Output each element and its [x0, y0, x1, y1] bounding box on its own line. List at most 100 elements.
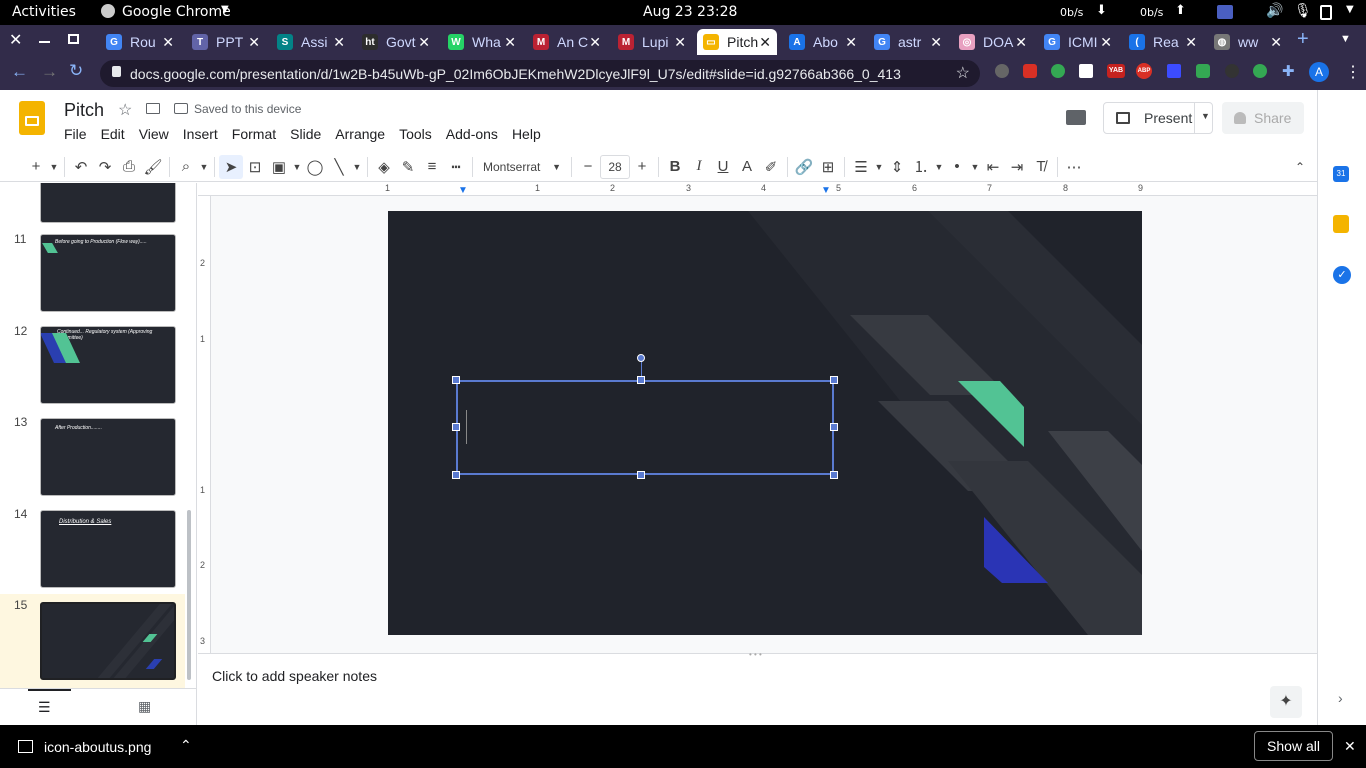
menu-help[interactable]: Help	[512, 126, 541, 142]
resize-handle[interactable]	[637, 471, 645, 479]
chrome-menu-icon[interactable]: ⋮	[1345, 62, 1361, 82]
menu-slide[interactable]: Slide	[290, 126, 321, 142]
horizontal-ruler[interactable]: 1 1 2 3 4 5 6 7 8 9 ▼ ▼	[198, 183, 1317, 196]
speaker-notes[interactable]: • • • Click to add speaker notes ✦	[198, 650, 1317, 725]
tab[interactable]: M Lupi ✕	[612, 29, 692, 55]
download-filename[interactable]: icon-aboutus.png	[44, 739, 151, 755]
align-left-icon[interactable]: ☰	[849, 155, 873, 179]
extension-abp-icon[interactable]: ABP	[1136, 63, 1152, 79]
menu-addons[interactable]: Add-ons	[446, 126, 498, 142]
close-tab-icon[interactable]: ✕	[1270, 34, 1282, 51]
share-button[interactable]: Share	[1222, 102, 1304, 134]
teams-tray-icon[interactable]	[1217, 5, 1233, 19]
line-spacing-icon[interactable]: ⇕	[885, 155, 909, 179]
redo-icon[interactable]: ↷	[93, 155, 117, 179]
bulleted-list-dropdown-icon[interactable]: ▼	[969, 155, 981, 179]
resize-handle[interactable]	[452, 471, 460, 479]
puzzle-icon[interactable]: ✚	[1282, 62, 1295, 80]
tab[interactable]: (Rea ✕	[1123, 29, 1203, 55]
close-tab-icon[interactable]: ✕	[333, 34, 345, 51]
numbered-list-dropdown-icon[interactable]: ▼	[933, 155, 945, 179]
tab[interactable]: S Assi ✕	[271, 29, 351, 55]
italic-icon[interactable]: I	[687, 155, 711, 179]
close-tab-icon[interactable]: ✕	[504, 34, 516, 51]
add-comment-icon[interactable]: ⊞	[816, 155, 840, 179]
window-minimize-icon[interactable]	[39, 41, 50, 43]
resize-handle[interactable]	[637, 376, 645, 384]
grid-view-icon[interactable]: ▦	[138, 698, 151, 715]
slide-thumbnail[interactable]: Before going to Production (Flow way)...…	[40, 234, 176, 312]
slides-logo-icon[interactable]	[19, 101, 45, 135]
close-tab-icon[interactable]: ✕	[674, 34, 686, 51]
filmstrip-view-icon[interactable]: ☰	[38, 699, 51, 716]
fill-color-icon[interactable]: ◈	[372, 155, 396, 179]
volume-icon[interactable]: 🔊	[1266, 3, 1283, 19]
bulleted-list-icon[interactable]: •	[945, 155, 969, 179]
extension-icon[interactable]	[1253, 64, 1267, 78]
text-box-icon[interactable]: ⊡	[243, 155, 267, 179]
decrease-indent-icon[interactable]: ⇤	[981, 155, 1005, 179]
tab[interactable]: Gastr ✕	[868, 29, 948, 55]
tab[interactable]: T PPT ✕	[186, 29, 266, 55]
notes-resize-handle[interactable]: • • •	[749, 650, 762, 659]
resize-handle[interactable]	[452, 376, 460, 384]
close-tab-icon[interactable]: ✕	[845, 34, 857, 51]
tab[interactable]: G ICMI ✕	[1038, 29, 1118, 55]
slide-thumbnail[interactable]: After Production........	[40, 418, 176, 496]
explore-icon[interactable]: ✦	[1270, 686, 1302, 718]
new-slide-dropdown-icon[interactable]: ▼	[48, 155, 60, 179]
text-box-selected[interactable]	[456, 380, 834, 475]
increase-indent-icon[interactable]: ⇥	[1005, 155, 1029, 179]
profile-avatar[interactable]: A	[1309, 62, 1329, 82]
star-icon[interactable]: ☆	[118, 100, 132, 120]
address-bar[interactable]: docs.google.com/presentation/d/1w2B-b45u…	[100, 60, 980, 87]
tab-search-icon[interactable]: ▼	[1340, 33, 1351, 45]
reload-icon[interactable]: ↻	[69, 61, 83, 81]
paint-format-icon[interactable]: 🖌	[141, 155, 165, 179]
image-dropdown-icon[interactable]: ▼	[291, 155, 303, 179]
border-color-icon[interactable]: ✎	[396, 155, 420, 179]
close-tab-icon[interactable]: ✕	[418, 34, 430, 51]
show-all-button[interactable]: Show all	[1254, 731, 1333, 761]
resize-handle[interactable]	[452, 423, 460, 431]
left-indent-marker[interactable]: ▼	[458, 185, 468, 196]
rotate-handle[interactable]	[637, 354, 645, 362]
menu-file[interactable]: File	[64, 126, 87, 142]
extension-icon[interactable]	[1079, 64, 1093, 78]
tab[interactable]: ▭ Pitch ✕	[697, 29, 777, 55]
menu-view[interactable]: View	[139, 126, 169, 142]
close-tab-icon[interactable]: ✕	[1185, 34, 1197, 51]
slide-thumbnail[interactable]: Continued... Regulatory system (Approvin…	[40, 326, 176, 404]
menu-format[interactable]: Format	[232, 126, 276, 142]
resize-handle[interactable]	[830, 471, 838, 479]
collapse-toolbar-icon[interactable]: ⌃	[1288, 155, 1312, 179]
comments-icon[interactable]	[1066, 110, 1086, 125]
clock[interactable]: Aug 23 23:28	[643, 4, 737, 20]
font-family-select[interactable]: Montserrat ▼	[477, 155, 567, 179]
filmstrip-scrollbar[interactable]	[187, 510, 191, 680]
extension-icon[interactable]	[1167, 64, 1181, 78]
menu-insert[interactable]: Insert	[183, 126, 218, 142]
window-maximize-icon[interactable]	[68, 34, 79, 44]
border-dash-icon[interactable]: ┅	[444, 155, 468, 179]
extension-yab-icon[interactable]: YAB	[1107, 64, 1125, 78]
tab[interactable]: G Rou ✕	[100, 29, 180, 55]
tab[interactable]: M An C ✕	[527, 29, 607, 55]
close-tab-icon[interactable]: ✕	[589, 34, 601, 51]
tab[interactable]: W Wha ✕	[442, 29, 522, 55]
expand-panel-icon[interactable]: ›	[1338, 690, 1343, 706]
underline-icon[interactable]: U	[711, 155, 735, 179]
back-arrow-icon[interactable]: ←	[11, 62, 28, 82]
forward-arrow-icon[interactable]: →	[41, 62, 58, 82]
zoom-dropdown-icon[interactable]: ▼	[198, 155, 210, 179]
slide-canvas[interactable]	[388, 211, 1142, 635]
slide-thumbnail[interactable]	[40, 183, 176, 223]
document-title[interactable]: Pitch	[64, 100, 104, 121]
print-icon[interactable]: ⎙	[117, 155, 141, 179]
bookmark-star-icon[interactable]: ☆	[956, 63, 970, 83]
clear-formatting-icon[interactable]: T̸	[1029, 155, 1053, 179]
line-dropdown-icon[interactable]: ▼	[351, 155, 363, 179]
extension-icon[interactable]	[1225, 64, 1239, 78]
window-close-icon[interactable]: ✕	[9, 30, 22, 50]
image-icon[interactable]: ▣	[267, 155, 291, 179]
